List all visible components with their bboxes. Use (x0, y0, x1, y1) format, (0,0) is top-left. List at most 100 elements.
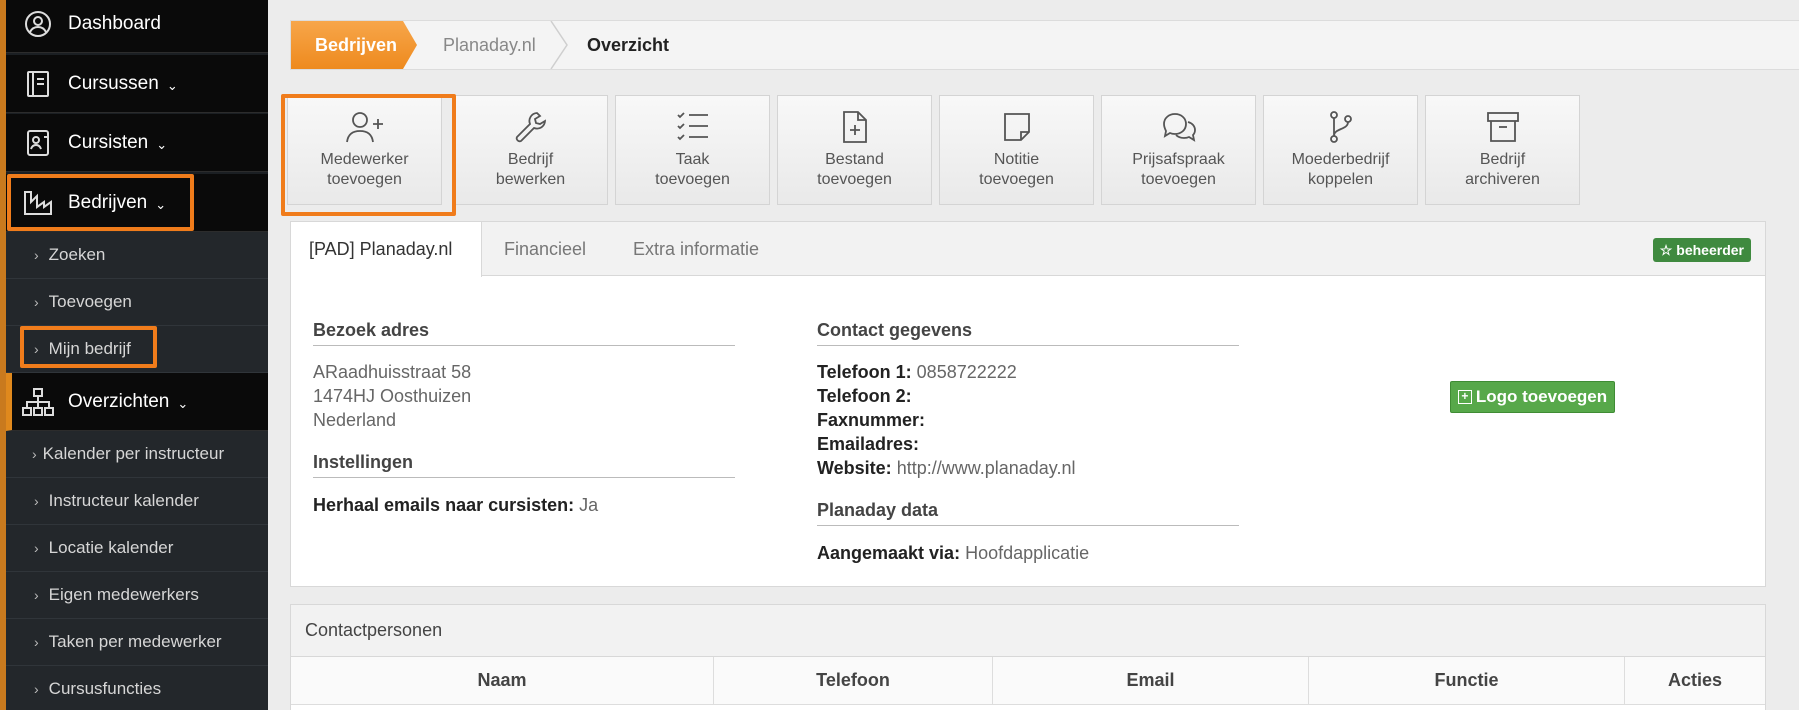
id-card-icon (20, 125, 56, 161)
company-panel: [PAD] Planaday.nl Financieel Extra infor… (290, 221, 1766, 587)
sidebar-sub-locatie-kalender[interactable]: › Locatie kalender (6, 525, 268, 572)
sidebar-item-label: Overzichten (68, 390, 170, 412)
sidebar-sub-label: Taken per medewerker (48, 632, 222, 651)
toolbar-label: Moederbedrijf koppelen (1291, 151, 1390, 188)
setting-herhaal-emails: Herhaal emails naar cursisten: Ja (313, 495, 599, 515)
sidebar-sub-kalender-per-instructeur[interactable]: › Kalender per instructeur (6, 431, 268, 478)
column-naam[interactable]: Naam (291, 657, 714, 705)
logo-button-label: Logo toevoegen (1475, 387, 1608, 406)
sidebar-item-cursisten[interactable]: Cursisten ⌄ (6, 114, 268, 172)
instellingen-title: Instellingen (313, 452, 735, 478)
contact-faxnummer: Faxnummer: (817, 410, 926, 430)
highlight-mijn-bedrijf (20, 326, 157, 368)
toolbar-label: Bedrijf bewerken (495, 151, 566, 188)
moederbedrijf-koppelen-button[interactable]: Moederbedrijf koppelen (1263, 95, 1418, 205)
toolbar-label: Bedrijf archiveren (1465, 151, 1540, 188)
sidebar-sub-zoeken[interactable]: › Zoeken (6, 232, 268, 279)
sidebar-sub-label: Kalender per instructeur (42, 444, 225, 463)
book-icon (20, 66, 56, 102)
chevron-right-icon: › (34, 294, 39, 310)
sidebar-item-overzichten[interactable]: Overzichten ⌄ (6, 373, 268, 431)
column-acties: Acties (1625, 657, 1765, 705)
tab-planaday[interactable]: [PAD] Planaday.nl (291, 222, 482, 277)
sidebar-sub-label: Eigen medewerkers (48, 585, 199, 604)
contact-gegevens-title: Contact gegevens (817, 320, 1239, 346)
column-telefoon[interactable]: Telefoon (714, 657, 993, 705)
bedrijf-bewerken-button[interactable]: Bedrijf bewerken (453, 95, 608, 205)
aangemaakt-via: Aangemaakt via: Hoofdapplicatie (817, 543, 1090, 563)
sidebar-sub-toevoegen[interactable]: › Toevoegen (6, 279, 268, 326)
file-plus-icon (842, 111, 867, 143)
chevron-right-icon: › (32, 446, 37, 462)
branch-icon (1329, 111, 1352, 143)
chat-icon (1162, 113, 1196, 142)
contact-telefoon-1: Telefoon 1: 0858722222 (817, 362, 1017, 382)
sidebar-sub-eigen-medewerkers[interactable]: › Eigen medewerkers (6, 572, 268, 619)
sidebar: Dashboard Cursussen ⌄ Cursisten ⌄ Bedrij… (0, 0, 268, 710)
archive-icon (1486, 112, 1519, 142)
sitemap-icon (20, 384, 56, 420)
breadcrumb: Bedrijven Planaday.nl Overzicht (290, 20, 1799, 70)
chevron-right-icon: › (34, 493, 39, 509)
highlight-medewerker-toevoegen (281, 94, 456, 216)
toolbar-label: Notitie toevoegen (979, 151, 1054, 188)
sidebar-item-dashboard[interactable]: Dashboard (6, 0, 268, 53)
status-badge: ☆ beheerder (1652, 238, 1751, 262)
tab-bar: [PAD] Planaday.nl Financieel Extra infor… (291, 222, 1765, 277)
sidebar-item-label: Cursussen (68, 72, 159, 94)
toolbar-label: Taak toevoegen (655, 151, 730, 188)
sidebar-sub-label: Zoeken (48, 245, 106, 264)
column-functie[interactable]: Functie (1309, 657, 1625, 705)
bestand-toevoegen-button[interactable]: Bestand toevoegen (777, 95, 932, 205)
sidebar-sub-instructeur-kalender[interactable]: › Instructeur kalender (6, 478, 268, 525)
highlight-bedrijven (7, 174, 194, 231)
tab-financieel[interactable]: Financieel (504, 222, 586, 276)
address-line-3: Nederland (313, 410, 397, 430)
bedrijf-archiveren-button[interactable]: Bedrijf archiveren (1425, 95, 1580, 205)
badge-label: beheerder (1676, 242, 1744, 258)
planaday-data-title: Planaday data (817, 500, 1239, 526)
checklist-icon (676, 112, 708, 141)
breadcrumb-separator (550, 21, 568, 69)
sidebar-item-label: Cursisten (68, 131, 149, 153)
contact-emailadres: Emailadres: (817, 434, 920, 454)
logo-toevoegen-button[interactable]: + Logo toevoegen (1450, 381, 1615, 413)
contactpersonen-panel: Contactpersonen Naam Telefoon Email Func… (290, 604, 1766, 710)
chevron-right-icon: › (34, 681, 39, 697)
bezoek-adres-title: Bezoek adres (313, 320, 735, 346)
taak-toevoegen-button[interactable]: Taak toevoegen (615, 95, 770, 205)
tab-extra-informatie[interactable]: Extra informatie (633, 222, 759, 276)
breadcrumb-planaday[interactable]: Planaday.nl (443, 21, 536, 69)
breadcrumb-overzicht: Overzicht (587, 34, 670, 55)
chevron-down-icon: ⌄ (177, 395, 189, 411)
wrench-icon (515, 112, 546, 143)
column-email[interactable]: Email (993, 657, 1309, 705)
note-icon (1003, 113, 1030, 141)
sidebar-sub-label: Cursusfuncties (48, 679, 162, 698)
sidebar-sub-label: Toevoegen (48, 292, 132, 311)
toolbar-label: Prijsafspraak toevoegen (1132, 151, 1225, 188)
chevron-down-icon: ⌄ (166, 77, 178, 93)
notitie-toevoegen-button[interactable]: Notitie toevoegen (939, 95, 1094, 205)
chevron-right-icon: › (34, 540, 39, 556)
sidebar-item-cursussen[interactable]: Cursussen ⌄ (6, 55, 268, 113)
chevron-right-icon: › (34, 587, 39, 603)
address-line-2: 1474HJ Oosthuizen (313, 386, 472, 406)
contact-telefoon-2: Telefoon 2: (817, 386, 912, 406)
contactpersonen-title: Contactpersonen (291, 605, 1765, 657)
prijsafspraak-toevoegen-button[interactable]: Prijsafspraak toevoegen (1101, 95, 1256, 205)
sidebar-sub-label: Instructeur kalender (48, 491, 199, 510)
sidebar-sub-label: Locatie kalender (48, 538, 174, 557)
address-line-1: ARaadhuisstraat 58 (313, 362, 472, 382)
sidebar-sub-taken-per-medewerker[interactable]: › Taken per medewerker (6, 619, 268, 666)
plus-square-icon: + (1457, 390, 1472, 404)
breadcrumb-bedrijven[interactable]: Bedrijven (291, 21, 417, 69)
toolbar-label: Bestand toevoegen (817, 151, 892, 188)
website-link[interactable]: http://www.planaday.nl (892, 458, 1076, 478)
chevron-right-icon: › (34, 634, 39, 650)
chevron-right-icon: › (34, 247, 39, 263)
star-icon: ☆ (1659, 241, 1673, 258)
sidebar-sub-cursusfuncties[interactable]: › Cursusfuncties (6, 666, 268, 710)
user-circle-icon (20, 6, 56, 42)
sidebar-item-label: Dashboard (68, 12, 161, 34)
